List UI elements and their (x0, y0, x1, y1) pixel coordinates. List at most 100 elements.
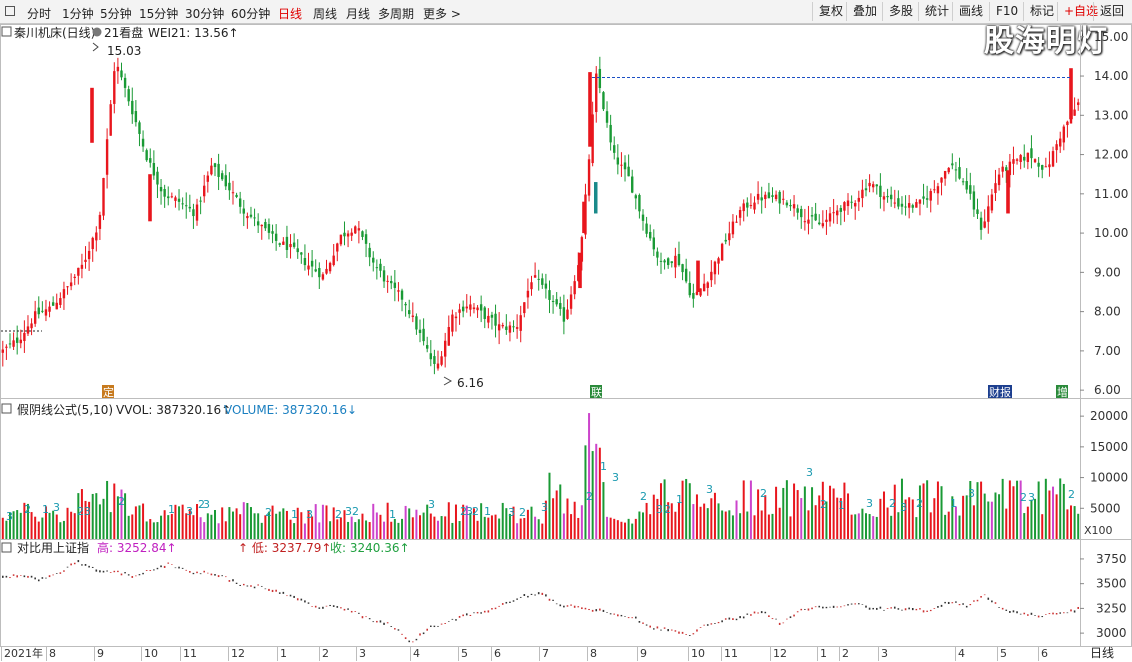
candle-body (282, 241, 285, 245)
candle-body (364, 234, 368, 244)
candle-body (958, 167, 961, 179)
volume-bar (221, 507, 224, 539)
candle-body (37, 307, 40, 315)
candle-body (386, 280, 389, 282)
candle-body (706, 282, 709, 288)
volume-marker: 3 (84, 505, 91, 518)
volume-bar (131, 514, 134, 539)
candle-body (415, 316, 418, 330)
candle-body (922, 196, 925, 199)
volume-bar (480, 503, 483, 539)
volume-marker: 2 (77, 505, 84, 518)
date-label-2: 9 (97, 647, 104, 660)
candle-body (1037, 162, 1040, 167)
candle-body (886, 195, 889, 198)
date-label-8: 3 (359, 647, 366, 660)
candle-body (87, 250, 91, 260)
candle-body (51, 302, 55, 306)
volume-bar (433, 516, 436, 539)
candle-body (907, 203, 911, 208)
candle-body (951, 163, 954, 166)
candle-body (274, 233, 278, 241)
volume-bar (767, 514, 770, 539)
volume-bar (962, 495, 965, 539)
candle-body (1015, 159, 1019, 161)
candle-body (138, 122, 141, 134)
volume-bar (329, 521, 332, 539)
candle-body (249, 214, 253, 217)
candle-body (59, 298, 62, 305)
candle-body (343, 232, 346, 237)
volume-bar (642, 512, 645, 539)
high-arrow-icon (92, 42, 99, 52)
index-close-value: 收: 3240.36↑ (330, 541, 410, 555)
candle-body (105, 139, 109, 175)
volume-marker: 3 (428, 498, 435, 511)
candle-body (702, 283, 706, 292)
candle-body (753, 202, 756, 210)
volume-bar (214, 509, 217, 539)
volume-bar (857, 513, 860, 539)
volume-bar (260, 522, 263, 539)
candle-body (940, 177, 943, 183)
candle-body (760, 197, 763, 201)
volume-bar (160, 515, 163, 539)
candle-body (997, 174, 1001, 186)
candle-body (684, 268, 688, 282)
volume-bar (1041, 514, 1044, 539)
volume-bar (793, 483, 796, 539)
volume-bar (771, 513, 774, 539)
volume-bar (861, 508, 864, 539)
candle-body (915, 202, 918, 208)
high-value-label: 15.03 (107, 44, 141, 58)
volume-bar (501, 502, 504, 539)
candle-body (354, 226, 357, 234)
volume-bar (127, 515, 130, 539)
volume-bar (929, 512, 932, 539)
candle-body (318, 268, 321, 278)
volume-bar (401, 518, 404, 539)
volume-bar (5, 520, 8, 539)
volume-bar (192, 515, 195, 539)
candle-body (720, 243, 724, 261)
volume-bar (70, 511, 73, 539)
volume-bar (588, 413, 591, 539)
volume-bar (832, 488, 835, 539)
volume-marker: 3 (612, 471, 619, 484)
volume-bar (972, 505, 975, 539)
limit-up-candle-5 (696, 260, 700, 292)
volume-marker: 1 (389, 508, 396, 521)
volume-bar (695, 494, 698, 539)
candle-body (476, 307, 479, 311)
candle-body (994, 183, 997, 194)
volume-bar (717, 503, 720, 539)
volume-bar (458, 521, 461, 539)
date-label-22: 5 (1000, 647, 1007, 660)
volume-bar (868, 514, 871, 539)
volume-bar (624, 522, 627, 539)
candle-body (508, 325, 512, 333)
volume-bar (1030, 499, 1033, 539)
volume-bar (1026, 506, 1029, 539)
volume-bar (181, 504, 184, 539)
volume-bar (361, 513, 364, 539)
volume-bar (746, 511, 749, 539)
candle-body (220, 173, 224, 180)
volume-bar (149, 519, 152, 539)
volume-bar (670, 503, 673, 539)
volume-bar (483, 516, 486, 539)
candle-body (77, 267, 80, 276)
period-label: 日线 (1090, 646, 1114, 660)
volume-bar (494, 514, 497, 539)
volume-marker: 1 (42, 503, 49, 516)
volume-bar (778, 507, 781, 539)
candle-body (372, 257, 375, 263)
volume-bar (886, 507, 889, 539)
volume-bar (289, 519, 292, 539)
candle-body (947, 167, 950, 173)
volume-bar (724, 511, 727, 539)
candle-body (1041, 165, 1044, 170)
candle-body (411, 315, 415, 317)
volume-bar (994, 492, 997, 539)
volume-bar (875, 516, 878, 539)
